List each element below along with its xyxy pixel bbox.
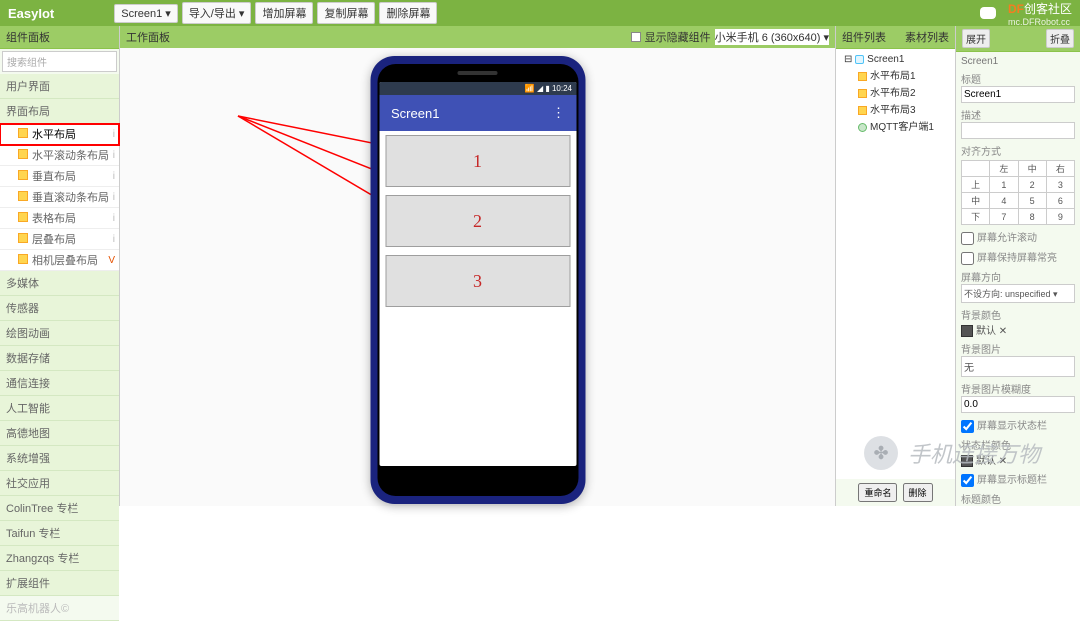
layout-item[interactable]: 表格布局i xyxy=(0,208,119,229)
palette-category[interactable]: Taifun 专栏 xyxy=(0,521,119,546)
palette-search[interactable]: 搜索组件 xyxy=(2,51,117,72)
component-tree[interactable]: ⊟ Screen1 水平布局1 水平布局2 水平布局3 MQTT客户端1 xyxy=(836,49,955,479)
palette-category[interactable]: 高德地图 xyxy=(0,421,119,446)
tree-item-ha1[interactable]: 水平布局1 xyxy=(840,66,951,83)
component-tree-title: 组件列表 xyxy=(842,29,886,45)
show-title-checkbox[interactable] xyxy=(961,474,974,487)
tree-item-ha3[interactable]: 水平布局3 xyxy=(840,100,951,117)
delete-component-button[interactable]: 删除 xyxy=(903,483,933,502)
clarity-input[interactable] xyxy=(961,396,1075,413)
app-title: EasyIot xyxy=(8,6,54,21)
palette-category[interactable]: 扩展组件 xyxy=(0,571,119,596)
horizontal-arrangement-3[interactable]: 3 xyxy=(385,255,570,307)
component-palette: 组件面板 搜索组件 用户界面 界面布局 水平布局i水平滚动条布局i垂直布局i垂直… xyxy=(0,26,120,506)
align-grid[interactable]: 左中右 上123 中456 下789 xyxy=(961,160,1075,225)
device-preview: 📶 ◢ ▮ 10:24 Screen1 ⋮ 1 2 3 xyxy=(370,56,585,504)
import-export-button[interactable]: 导入/导出 ▾ xyxy=(182,2,252,24)
robot-icon xyxy=(974,3,1002,23)
layout-item[interactable]: 相机层叠布局V xyxy=(0,250,119,271)
properties-panel: 展开 折叠 Screen1 标题 描述 对齐方式 左中右 上123 中456 下… xyxy=(956,26,1080,506)
keep-awake-checkbox[interactable] xyxy=(961,252,974,265)
desc-input[interactable] xyxy=(961,122,1075,139)
layout-item[interactable]: 垂直滚动条布局i xyxy=(0,187,119,208)
palette-category[interactable]: 通信连接 xyxy=(0,371,119,396)
layout-item[interactable]: 垂直布局i xyxy=(0,166,119,187)
label-align: 对齐方式 xyxy=(961,143,1075,158)
workspace: 工作面板 显示隐藏组件 小米手机 6 (360x640) ▾ 📶 ◢ ▮ 10:… xyxy=(120,26,836,506)
layout-item[interactable]: 层叠布局i xyxy=(0,229,119,250)
title-input[interactable] xyxy=(961,86,1075,103)
expand-button[interactable]: 展开 xyxy=(962,29,990,48)
layout-item[interactable]: 水平滚动条布局i xyxy=(0,145,119,166)
palette-category[interactable]: 人工智能 xyxy=(0,396,119,421)
tree-item-ha2[interactable]: 水平布局2 xyxy=(840,83,951,100)
cat-disabled: 乐高机器人© xyxy=(0,596,119,621)
top-bar: EasyIot Screen1 ▾ 导入/导出 ▾ 增加屏幕 复制屏幕 删除屏幕… xyxy=(0,0,1080,26)
device-select[interactable]: 小米手机 6 (360x640) ▾ xyxy=(715,29,829,45)
palette-header: 组件面板 xyxy=(0,26,119,49)
horizontal-arrangement-2[interactable]: 2 xyxy=(385,195,570,247)
palette-category[interactable]: ColinTree 专栏 xyxy=(0,496,119,521)
horizontal-arrangement-1[interactable]: 1 xyxy=(385,135,570,187)
selected-component: Screen1 xyxy=(961,56,1075,67)
brand-logo: DF创客社区 mc.DFRobot.cc xyxy=(974,0,1072,27)
tree-root[interactable]: ⊟ Screen1 xyxy=(840,53,951,66)
delete-screen-button[interactable]: 删除屏幕 xyxy=(379,2,437,24)
layout-item[interactable]: 水平布局i xyxy=(0,124,119,145)
tree-item-mqtt[interactable]: MQTT客户端1 xyxy=(840,117,951,134)
component-tree-panel: 组件列表 素材列表 ⊟ Screen1 水平布局1 水平布局2 水平布局3 MQ… xyxy=(836,26,956,506)
label-desc: 描述 xyxy=(961,107,1075,122)
label-title: 标题 xyxy=(961,71,1075,86)
bgcolor-swatch[interactable]: 默认 ✕ xyxy=(961,322,1075,337)
palette-category[interactable]: 绘图动画 xyxy=(0,321,119,346)
palette-category[interactable]: 系统增强 xyxy=(0,446,119,471)
cat-layout[interactable]: 界面布局 xyxy=(0,99,119,124)
hide-components-checkbox[interactable] xyxy=(631,32,641,42)
statuscolor-swatch[interactable]: 默认 ✕ xyxy=(961,452,1075,467)
workspace-title: 工作面板 xyxy=(126,29,170,45)
asset-list-button[interactable]: 素材列表 xyxy=(905,29,949,45)
bgimage-select[interactable]: 无 xyxy=(961,356,1075,377)
palette-category[interactable]: Zhangzqs 专栏 xyxy=(0,546,119,571)
cat-ui[interactable]: 用户界面 xyxy=(0,74,119,99)
appbar-title: Screen1 xyxy=(391,106,439,121)
menu-dots-icon[interactable]: ⋮ xyxy=(552,105,564,121)
show-status-checkbox[interactable] xyxy=(961,420,974,433)
hide-components-label: 显示隐藏组件 xyxy=(645,29,711,45)
copy-screen-button[interactable]: 复制屏幕 xyxy=(317,2,375,24)
palette-category[interactable]: 多媒体 xyxy=(0,271,119,296)
collapse-button[interactable]: 折叠 xyxy=(1046,29,1074,48)
screen-dropdown[interactable]: Screen1 ▾ xyxy=(114,4,178,23)
rename-button[interactable]: 重命名 xyxy=(858,483,897,502)
app-bar: Screen1 ⋮ xyxy=(379,95,576,131)
status-bar: 📶 ◢ ▮ 10:24 xyxy=(379,82,576,95)
orientation-select[interactable]: 不设方向: unspecified ▾ xyxy=(961,284,1075,303)
palette-category[interactable]: 数据存储 xyxy=(0,346,119,371)
scroll-checkbox[interactable] xyxy=(961,232,974,245)
add-screen-button[interactable]: 增加屏幕 xyxy=(255,2,313,24)
palette-category[interactable]: 传感器 xyxy=(0,296,119,321)
palette-category[interactable]: 社交应用 xyxy=(0,471,119,496)
